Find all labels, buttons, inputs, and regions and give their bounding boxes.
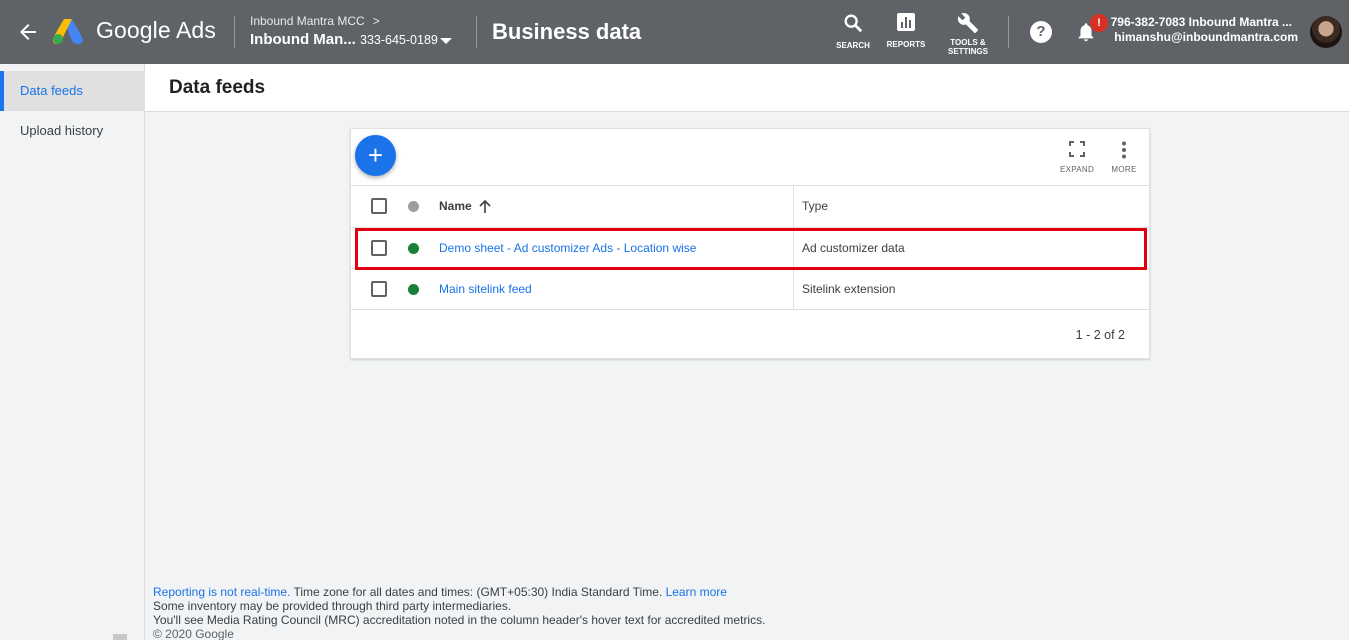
account-dropdown-icon[interactable] [440, 38, 452, 44]
data-feeds-table: + EXPAND MORE Name Type Demo sheet - Ad … [350, 128, 1150, 359]
avatar[interactable] [1310, 16, 1342, 48]
search-button[interactable]: SEARCH [835, 12, 871, 50]
account-breadcrumb[interactable]: Inbound Mantra MCC > [250, 14, 380, 28]
expand-label: EXPAND [1059, 165, 1095, 174]
table-header-row: Name Type [351, 185, 1149, 227]
notification-badge: ! [1090, 14, 1108, 32]
footer-line-3: You'll see Media Rating Council (MRC) ac… [153, 613, 766, 627]
row-checkbox[interactable] [371, 240, 387, 256]
arrow-back-icon[interactable] [16, 20, 40, 44]
tools-label-line1: TOOLS & [950, 38, 986, 47]
feedback-tab[interactable] [113, 634, 127, 640]
timezone-text: Time zone for all dates and times: (GMT+… [290, 585, 666, 599]
content-header: Data feeds [145, 64, 1349, 112]
divider [234, 16, 235, 48]
google-ads-wordmark[interactable]: Google Ads [96, 17, 216, 44]
footer-line-1: Reporting is not real-time. Time zone fo… [153, 585, 765, 599]
status-header-icon[interactable] [408, 201, 419, 212]
help-icon[interactable]: ? [1030, 21, 1052, 43]
pagination-label: 1 - 2 of 2 [1075, 328, 1125, 342]
select-all-checkbox[interactable] [371, 198, 387, 214]
copyright: © 2020 Google [153, 627, 234, 640]
table-row: Demo sheet - Ad customizer Ads - Locatio… [351, 227, 1149, 269]
column-divider [793, 186, 794, 227]
parent-account-label: Inbound Mantra MCC [250, 14, 365, 28]
top-app-bar: Google Ads Inbound Mantra MCC > Inbound M… [0, 0, 1349, 64]
sidebar-item-upload-history[interactable]: Upload history [0, 111, 145, 151]
more-vert-icon [1122, 141, 1126, 159]
reports-button[interactable]: REPORTS [885, 12, 927, 49]
status-enabled-icon [408, 284, 419, 295]
sidebar: Data feeds Upload history [0, 64, 145, 640]
search-label: SEARCH [836, 41, 870, 50]
feed-type: Ad customizer data [802, 241, 905, 255]
sidebar-item-data-feeds[interactable]: Data feeds [0, 71, 145, 111]
column-header-type[interactable]: Type [802, 199, 828, 213]
learn-more-link[interactable]: Learn more [666, 585, 727, 599]
arrow-up-icon[interactable] [479, 200, 491, 214]
realtime-link[interactable]: Reporting is not real-time. [153, 585, 290, 599]
tools-settings-button[interactable]: TOOLS & SETTINGS [944, 12, 992, 56]
table-row: Main sitelink feed Sitelink extension [351, 268, 1149, 310]
search-icon [844, 14, 863, 33]
customer-account-label[interactable]: 796-382-7083 Inbound Mantra ... [1111, 15, 1292, 29]
more-label: MORE [1111, 165, 1137, 174]
status-enabled-icon [408, 243, 419, 254]
reports-icon [897, 13, 915, 31]
expand-button[interactable]: EXPAND [1059, 141, 1095, 174]
expand-icon [1069, 141, 1085, 157]
wrench-icon [957, 13, 979, 34]
feed-name-link[interactable]: Main sitelink feed [439, 282, 532, 296]
column-divider [793, 269, 794, 310]
footer: Reporting is not real-time. Time zone fo… [153, 585, 765, 640]
account-id[interactable]: 333-645-0189 [360, 33, 438, 47]
page-title: Business data [492, 19, 642, 44]
feed-name-link[interactable]: Demo sheet - Ad customizer Ads - Locatio… [439, 241, 696, 255]
divider [476, 16, 477, 48]
table-bottom-divider [351, 309, 1149, 310]
add-feed-button[interactable]: + [355, 135, 396, 176]
reports-label: REPORTS [886, 40, 926, 49]
footer-line-2: Some inventory may be provided through t… [153, 599, 512, 613]
account-name[interactable]: Inbound Man... [250, 31, 356, 48]
more-button[interactable]: MORE [1109, 141, 1139, 174]
user-email[interactable]: himanshu@inboundmantra.com [1114, 30, 1298, 44]
tools-label-line2: SETTINGS [947, 47, 988, 56]
column-divider [793, 228, 794, 269]
column-header-name[interactable]: Name [439, 199, 472, 213]
google-ads-logo[interactable] [52, 17, 84, 45]
chevron-right-icon: > [372, 14, 380, 28]
feed-type: Sitelink extension [802, 282, 896, 296]
row-checkbox[interactable] [371, 281, 387, 297]
divider [1008, 16, 1009, 48]
section-title: Data feeds [169, 77, 266, 98]
